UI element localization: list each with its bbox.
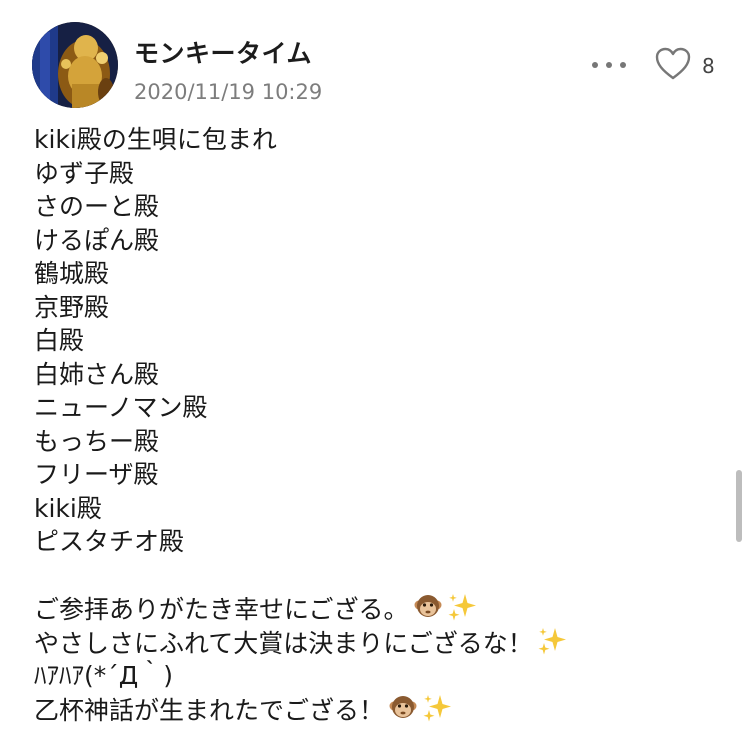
post-line: やさしさにふれて大賞は決まりにござるな！ [34, 626, 724, 660]
post-line: kiki殿の生唄に包まれ [34, 125, 277, 154]
heart-outline-icon [655, 47, 691, 80]
avatar[interactable] [32, 22, 118, 108]
post-timestamp: 2020/11/19 10:29 [134, 80, 323, 104]
post-line: 京野殿 [34, 292, 110, 322]
like-button[interactable] [654, 46, 692, 82]
like-count: 8 [702, 54, 715, 78]
monkey-emoji [388, 693, 418, 732]
more-options-button[interactable] [590, 54, 630, 76]
sparkles-emoji [447, 592, 477, 631]
post-line: ピスタチオ殿 [34, 527, 185, 556]
post-line: けるぽん殿 [34, 225, 160, 255]
author-name[interactable]: モンキータイム [134, 34, 312, 70]
post-line: 白姉さん殿 [34, 359, 160, 389]
post-line-blank [34, 559, 724, 593]
post-line: 白殿 [34, 326, 85, 355]
sparkles-emoji [537, 626, 567, 665]
post-line: フリーザ殿 [34, 460, 159, 489]
post-line: もっちー殿 [34, 426, 160, 456]
post-line: ご参拝ありがたき幸せにござる。 [34, 592, 724, 626]
post-line: 乙杯神話が生まれたでござる！ [34, 693, 724, 727]
scrollbar-thumb[interactable] [736, 470, 742, 542]
sparkles-emoji [422, 693, 452, 732]
post-line: ゆず子殿 [34, 158, 135, 188]
post-line: ﾊｱﾊｱ(*´Д｀) [34, 661, 174, 690]
post-header: モンキータイム 2020/11/19 10:29 8 [0, 0, 750, 120]
more-horizontal-icon [592, 62, 598, 68]
post-line-text: やさしさにふれて大賞は決まりにござるな！ [34, 628, 533, 658]
avatar-image [32, 22, 118, 108]
post-line: kiki殿 [34, 493, 102, 523]
post-line: ニューノマン殿 [34, 393, 208, 422]
post-line-text: 乙杯神話が生まれたでござる！ [34, 695, 385, 725]
monkey-emoji [413, 592, 443, 631]
post-line-text: ご参拝ありがたき幸せにござる。 [34, 595, 409, 624]
post-line: 鶴城殿 [34, 259, 110, 288]
post-line: さのーと殿 [34, 192, 160, 221]
post-body: kiki殿の生唄に包まれ ゆず子殿 さのーと殿 けるぽん殿 鶴城殿 京野殿 白殿… [34, 123, 724, 726]
